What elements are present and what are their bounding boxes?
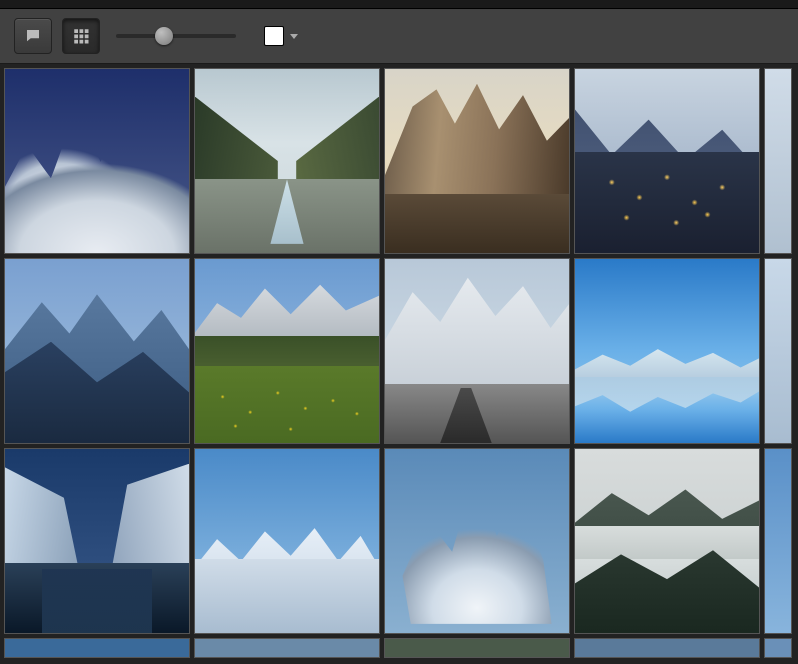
thumbnail[interactable] <box>764 638 792 658</box>
background-color-picker[interactable] <box>264 26 298 46</box>
thumbnail[interactable] <box>574 68 760 254</box>
thumbnail[interactable] <box>4 258 190 444</box>
grid-icon <box>72 27 90 45</box>
slider-thumb[interactable] <box>155 27 173 45</box>
window-top-strip <box>0 0 798 9</box>
thumbnail-grid <box>0 64 798 664</box>
thumbnail[interactable] <box>384 638 570 658</box>
thumbnail[interactable] <box>194 448 380 634</box>
thumbnail[interactable] <box>764 68 792 254</box>
thumbnail[interactable] <box>574 638 760 658</box>
thumbnail[interactable] <box>194 258 380 444</box>
thumbnail[interactable] <box>764 258 792 444</box>
thumbnail[interactable] <box>764 448 792 634</box>
slider-track <box>116 34 236 38</box>
thumbnail[interactable] <box>194 68 380 254</box>
thumbnail[interactable] <box>384 258 570 444</box>
comment-icon <box>24 27 42 45</box>
background-swatch <box>264 26 284 46</box>
toolbar <box>0 9 798 64</box>
thumbnail[interactable] <box>4 448 190 634</box>
thumbnail[interactable] <box>4 638 190 658</box>
thumbnail[interactable] <box>4 68 190 254</box>
thumbnail[interactable] <box>384 448 570 634</box>
thumbnail-size-slider[interactable] <box>116 34 236 38</box>
chevron-down-icon <box>290 34 298 39</box>
comment-view-button[interactable] <box>14 18 52 54</box>
thumbnail[interactable] <box>574 448 760 634</box>
thumbnail[interactable] <box>574 258 760 444</box>
thumbnail[interactable] <box>384 68 570 254</box>
grid-view-button[interactable] <box>62 18 100 54</box>
thumbnail[interactable] <box>194 638 380 658</box>
